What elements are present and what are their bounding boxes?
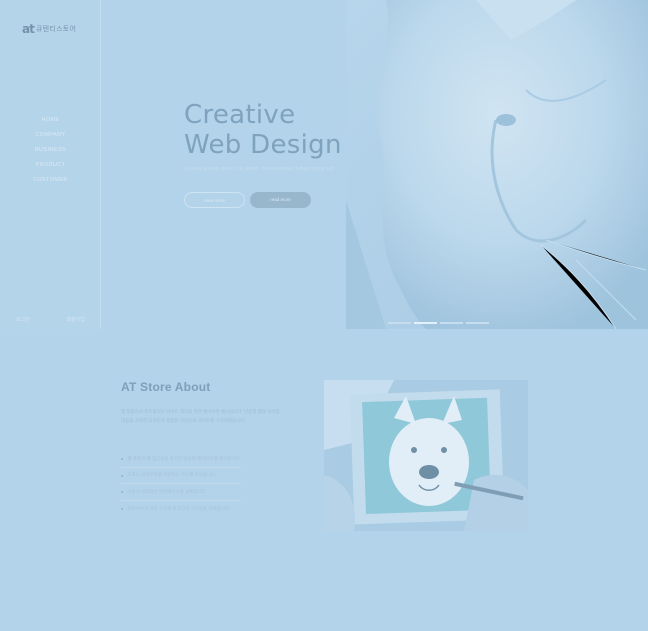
list-item: ● 웹 표준과 웹 접근성을 준수한 반응형 웹사이트를 제작합니다.: [121, 451, 241, 468]
bullet-icon: ●: [121, 489, 124, 495]
nav-item-business[interactable]: BUSINESS: [0, 143, 101, 158]
list-item: ● 사용자 친화적인 인터페이스를 설계합니다.: [121, 484, 241, 501]
slide-dot-4[interactable]: [466, 322, 489, 324]
list-item: ● 크로스 브라우징을 지원하는 코드를 작성합니다.: [121, 468, 241, 484]
hero-title: Creative Web Design: [184, 100, 342, 160]
bullet-icon: ●: [121, 472, 124, 478]
nav-item-product[interactable]: PRODUCT: [0, 158, 101, 173]
nav-item-customer[interactable]: CUSTOMER: [0, 173, 101, 188]
nav-item-company[interactable]: COMPANY: [0, 128, 101, 143]
slide-dot-3[interactable]: [440, 322, 463, 324]
list-item: ● 유지보수가 쉬운 구조의 마크업과 스타일을 작성합니다.: [121, 505, 231, 512]
main-nav: HOME COMPANY BUSINESS PRODUCT CUSTOMER: [0, 113, 101, 188]
slide-dot-2[interactable]: [414, 322, 437, 324]
join-link[interactable]: 회원가입: [67, 316, 85, 323]
hero-subtitle: Lorem ipsum dolor sit amet, consectetur …: [184, 166, 335, 172]
bullet-icon: ●: [121, 456, 124, 462]
about-list: ● 웹 표준과 웹 접근성을 준수한 반응형 웹사이트를 제작합니다. ● 크로스 …: [121, 451, 241, 517]
bullet-icon: ●: [121, 506, 124, 512]
sidebar: at 큐텐티스토어 HOME COMPANY BUSINESS PRODUCT …: [0, 0, 101, 329]
about-title: AT Store About: [121, 380, 211, 394]
read-more-button[interactable]: read more: [250, 192, 311, 208]
about-description: 웹 퍼블리셔 포트폴리오 사이트 제작을 위한 레이아웃 예시입니다. 반응형 …: [121, 409, 280, 423]
slide-dot-1[interactable]: [388, 322, 411, 324]
slider-pagination: [388, 322, 489, 324]
logo-text: 큐텐티스토어: [35, 26, 77, 33]
sidebar-footer: 로그인 회원가입: [0, 316, 101, 323]
hero-title-line2: Web Design: [184, 130, 342, 160]
login-link[interactable]: 로그인: [16, 316, 30, 323]
hero-title-line1: Creative: [184, 100, 296, 130]
logo-mark: at: [22, 22, 35, 36]
nav-item-home[interactable]: HOME: [0, 113, 101, 128]
hero-section: Creative Web Design Lorem ipsum dolor si…: [101, 0, 648, 329]
about-dog-drawing-image: [324, 380, 528, 531]
brand-logo[interactable]: at 큐텐티스토어: [22, 22, 76, 36]
hero-cat-image: [346, 0, 648, 329]
view-more-button[interactable]: view more: [184, 192, 245, 208]
